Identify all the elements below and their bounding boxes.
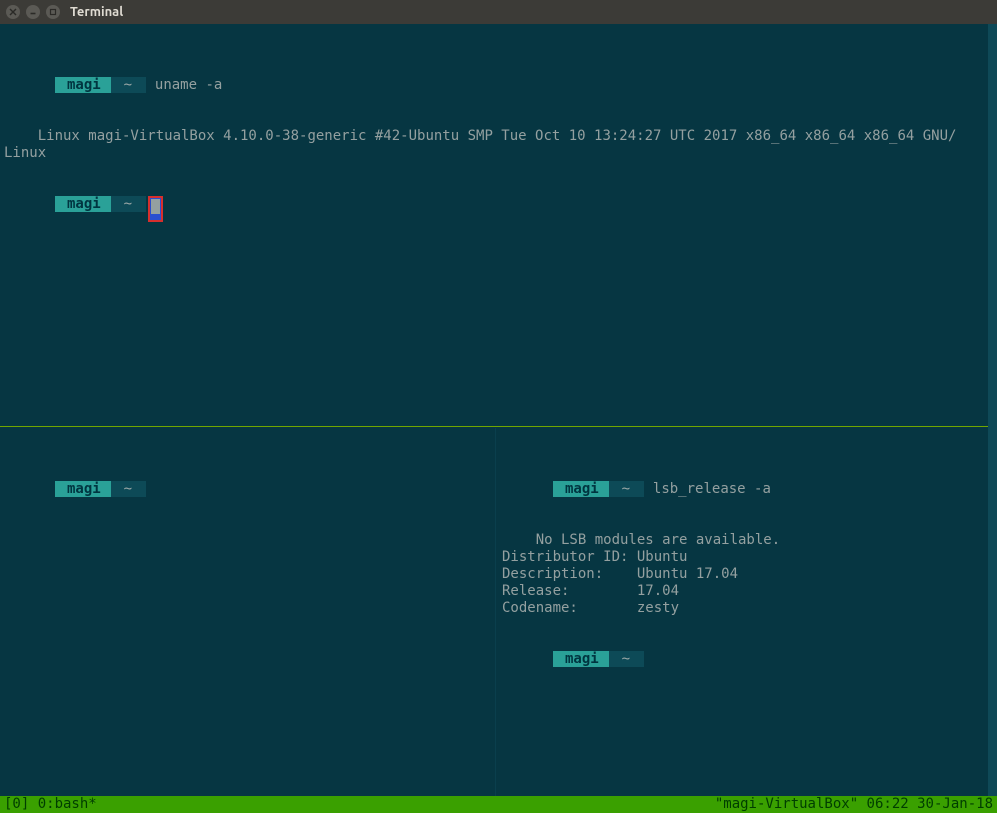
prompt-user: magi [55, 77, 112, 93]
pane-divider-horizontal[interactable] [0, 426, 988, 427]
terminal-area[interactable]: magi ~ uname -a Linux magi-VirtualBox 4.… [0, 24, 997, 813]
window-titlebar: Terminal [0, 0, 997, 24]
pane-bottom-right[interactable]: magi ~ lsb_release -a No LSB modules are… [498, 428, 988, 796]
window-title: Terminal [70, 4, 123, 21]
prompt-user: magi [55, 196, 112, 212]
tmux-statusbar: [0] 0:bash* "magi-VirtualBox" 06:22 30-J… [0, 796, 997, 813]
pane-bottom-left[interactable]: magi ~ [0, 428, 494, 796]
prompt-path: ~ [609, 481, 644, 497]
command-text: lsb_release -a [653, 481, 771, 497]
command-output: No LSB modules are available. Distributo… [502, 532, 780, 616]
prompt-user: magi [55, 481, 112, 497]
prompt-path: ~ [111, 196, 146, 212]
prompt-path: ~ [111, 481, 146, 497]
pane-top[interactable]: magi ~ uname -a Linux magi-VirtualBox 4.… [0, 24, 988, 426]
prompt-user: magi [553, 651, 610, 667]
prompt-path: ~ [609, 651, 644, 667]
window-buttons [6, 5, 60, 19]
prompt-user: magi [553, 481, 610, 497]
scrollbar[interactable] [988, 24, 997, 796]
maximize-icon[interactable] [46, 5, 60, 19]
cursor-icon [151, 199, 160, 214]
cursor-highlight [148, 196, 163, 222]
minimize-icon[interactable] [26, 5, 40, 19]
command-output: Linux magi-VirtualBox 4.10.0-38-generic … [4, 128, 956, 161]
pane-divider-vertical[interactable] [495, 428, 496, 796]
close-icon[interactable] [6, 5, 20, 19]
command-text: uname -a [155, 77, 222, 93]
statusbar-left: [0] 0:bash* [4, 796, 97, 813]
prompt-path: ~ [111, 77, 146, 93]
statusbar-right: "magi-VirtualBox" 06:22 30-Jan-18 [715, 796, 993, 813]
